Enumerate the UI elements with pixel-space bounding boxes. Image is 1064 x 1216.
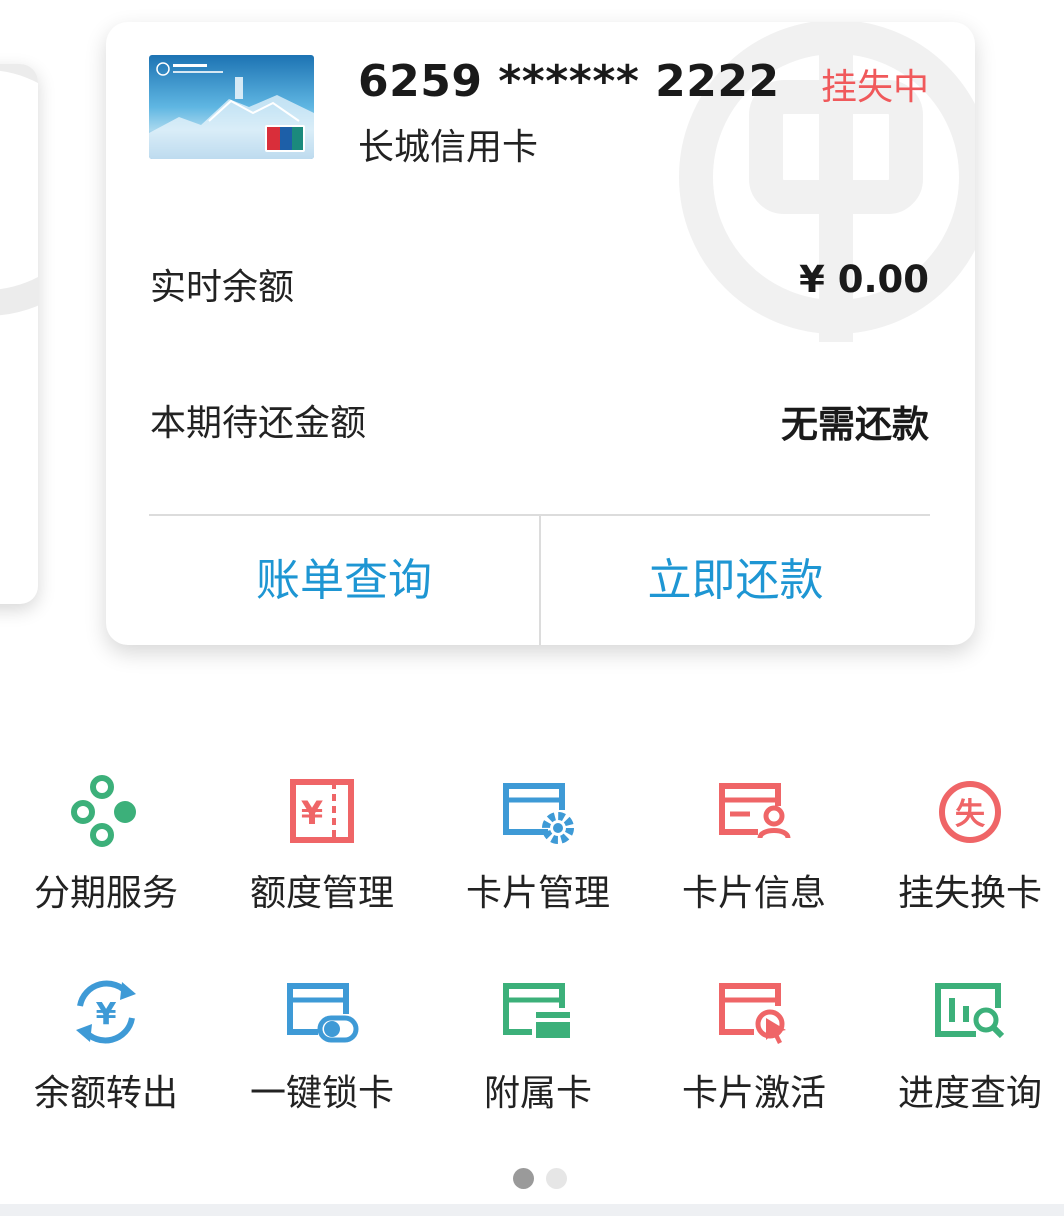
credit-card-panel: 6259 ****** 2222 长城信用卡 挂失中 实时余额 ¥ 0.00 本… <box>106 22 975 645</box>
service-card-activation[interactable]: 卡片激活 <box>648 972 860 1116</box>
bank-logo-watermark <box>0 64 38 316</box>
card-settings-icon <box>503 783 574 844</box>
card-number: 6259 ****** 2222 <box>358 56 780 107</box>
service-balance-transfer[interactable]: ¥ 余额转出 <box>0 972 212 1116</box>
service-label: 卡片激活 <box>681 1073 826 1114</box>
service-label: 额度管理 <box>249 873 394 914</box>
due-amount-value: 无需还款 <box>781 403 929 446</box>
card-activate-icon <box>719 983 786 1044</box>
svg-text:¥: ¥ <box>96 997 117 1032</box>
service-label: 一键锁卡 <box>249 1073 394 1114</box>
supplementary-card-icon <box>503 983 570 1038</box>
service-label: 卡片信息 <box>681 873 826 914</box>
card-status-badge: 挂失中 <box>820 67 929 108</box>
card-info-icon <box>719 783 791 839</box>
due-amount-label: 本期待还金额 <box>150 403 367 444</box>
repay-now-button[interactable]: 立即还款 <box>541 516 930 645</box>
balance-transfer-icon: ¥ <box>76 980 136 1044</box>
balance-label: 实时余额 <box>150 267 295 308</box>
service-label: 附属卡 <box>483 1073 592 1114</box>
service-label: 进度查询 <box>897 1073 1042 1114</box>
limit-icon: ¥ <box>290 779 354 843</box>
service-supplementary-card[interactable]: 附属卡 <box>432 972 644 1116</box>
service-installment[interactable]: 分期服务 <box>0 772 212 916</box>
page-indicator-dot[interactable] <box>546 1168 567 1189</box>
bill-query-button[interactable]: 账单查询 <box>149 516 539 645</box>
service-label: 分期服务 <box>33 873 178 914</box>
bottom-bar <box>0 1204 1064 1216</box>
svg-text:失: 失 <box>955 797 986 832</box>
installment-icon <box>71 775 136 847</box>
lock-card-icon <box>287 983 359 1043</box>
card-type-name: 长城信用卡 <box>358 127 539 168</box>
service-card-management[interactable]: 卡片管理 <box>432 772 644 916</box>
service-label: 余额转出 <box>33 1073 178 1114</box>
service-progress-query[interactable]: 进度查询 <box>864 972 1064 1116</box>
progress-query-icon <box>935 983 1005 1039</box>
svg-text:¥: ¥ <box>301 794 323 832</box>
report-loss-icon: 失 <box>939 781 1001 843</box>
page-indicator-dot-active[interactable] <box>513 1168 534 1189</box>
previous-card[interactable] <box>0 64 38 604</box>
service-report-loss[interactable]: 失 挂失换卡 <box>864 772 1064 916</box>
balance-value: ¥ 0.00 <box>799 258 929 301</box>
service-label: 挂失换卡 <box>897 873 1042 914</box>
service-limit-management[interactable]: ¥ 额度管理 <box>216 772 428 916</box>
card-image <box>149 55 314 159</box>
service-card-info[interactable]: 卡片信息 <box>648 772 860 916</box>
service-lock-card[interactable]: 一键锁卡 <box>216 972 428 1116</box>
service-label: 卡片管理 <box>465 873 610 914</box>
